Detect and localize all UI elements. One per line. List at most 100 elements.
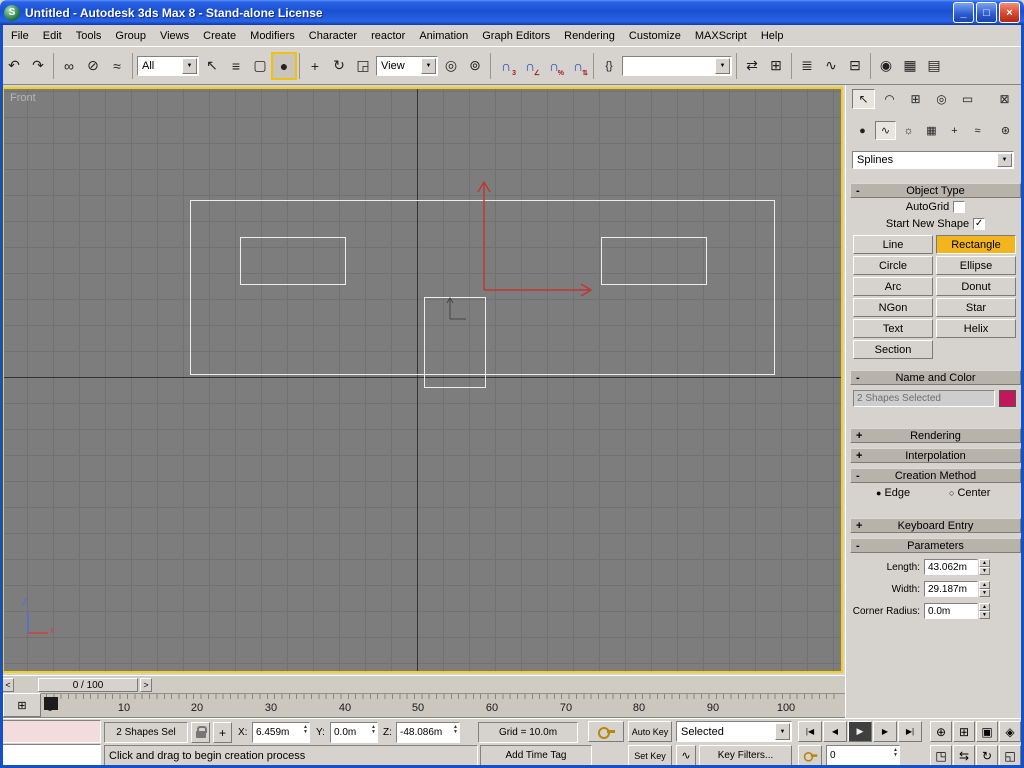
align-icon[interactable]: ⊞: [765, 54, 787, 78]
viewport-label[interactable]: Front: [10, 92, 36, 104]
section-button[interactable]: Section: [853, 340, 933, 359]
percent-snap-toggle-icon[interactable]: ∩%: [543, 54, 565, 78]
helix-button[interactable]: Helix: [936, 319, 1016, 338]
star-button[interactable]: Star: [936, 298, 1016, 317]
spinner-up-icon[interactable]: ▲: [979, 603, 990, 611]
donut-button[interactable]: Donut: [936, 277, 1016, 296]
menu-help[interactable]: Help: [754, 27, 791, 45]
arc-button[interactable]: Arc: [853, 277, 933, 296]
key-mode-dropdown[interactable]: Selected ▼: [676, 721, 792, 742]
spinner-down-icon[interactable]: ▼: [979, 611, 990, 619]
arc-rotate-button[interactable]: ↻: [976, 745, 998, 766]
menu-customize[interactable]: Customize: [622, 27, 688, 45]
spinner-up-icon[interactable]: ▲: [979, 559, 990, 567]
length-spinner[interactable]: ▲ ▼: [979, 559, 990, 575]
menu-graph-editors[interactable]: Graph Editors: [475, 27, 557, 45]
maxscript-mini-listener-pink[interactable]: [1, 720, 101, 743]
key-filters-button[interactable]: Key Filters...: [699, 745, 792, 766]
chevron-down-icon[interactable]: ▼: [715, 57, 730, 74]
auto-key-button[interactable]: Auto Key: [628, 721, 672, 742]
modify-tab-icon[interactable]: ◠: [878, 89, 901, 109]
current-frame-field[interactable]: 0 ▲ ▼: [826, 745, 900, 766]
length-field[interactable]: 43.062m: [924, 559, 978, 575]
interpolation-rollout-header[interactable]: + Interpolation: [850, 448, 1021, 463]
circular-selection-region-icon[interactable]: ●: [271, 51, 297, 80]
add-time-tag-box[interactable]: Add Time Tag: [480, 745, 592, 766]
chevron-down-icon[interactable]: ▼: [775, 723, 790, 740]
select-and-rotate-icon[interactable]: ↻: [328, 54, 350, 78]
render-scene-icon[interactable]: ▦: [899, 54, 921, 78]
selection-lock-button[interactable]: [191, 722, 210, 743]
object-name-field[interactable]: 2 Shapes Selected: [853, 390, 995, 407]
menu-maxscript[interactable]: MAXScript: [688, 27, 754, 45]
viewport-front[interactable]: Front Z x: [2, 87, 843, 673]
spline-rectangle-left[interactable]: [240, 237, 346, 285]
text-button[interactable]: Text: [853, 319, 933, 338]
geometry-category-icon[interactable]: ●: [852, 121, 873, 140]
absolute-offset-mode-button[interactable]: +: [213, 722, 232, 743]
start-new-shape-checkbox[interactable]: ✓: [973, 217, 986, 230]
curve-editor-icon[interactable]: ∿: [820, 54, 842, 78]
menu-animation[interactable]: Animation: [412, 27, 475, 45]
track-bar[interactable]: 0 10 20 30 40 50 60 70 80 90 100: [0, 693, 845, 718]
close-button[interactable]: ×: [999, 2, 1020, 23]
pan-view-button[interactable]: ⇆: [953, 745, 975, 766]
x-coordinate-field[interactable]: 6.459m ▲ ▼: [252, 722, 310, 743]
object-type-rollout-header[interactable]: - Object Type: [850, 183, 1021, 198]
center-radio[interactable]: ○ Center: [949, 487, 990, 499]
menu-modifiers[interactable]: Modifiers: [243, 27, 302, 45]
maxscript-mini-listener-white[interactable]: [1, 744, 101, 767]
spline-type-dropdown[interactable]: Splines ▼: [852, 151, 1014, 169]
menu-edit[interactable]: Edit: [36, 27, 69, 45]
go-to-end-button[interactable]: ▶|: [898, 721, 922, 742]
systems-category-icon[interactable]: ⊛: [995, 121, 1016, 140]
min-max-toggle-button[interactable]: ◱: [999, 745, 1021, 766]
create-tab-icon[interactable]: ↖: [852, 89, 875, 109]
time-slider-left-arrow[interactable]: <: [2, 678, 14, 692]
zoom-extents-all-button[interactable]: ◈: [999, 721, 1021, 742]
line-button[interactable]: Line: [853, 235, 933, 254]
key-mode-toggle-button[interactable]: [798, 745, 822, 766]
select-and-link-icon[interactable]: ∞: [58, 54, 80, 78]
creation-method-rollout-header[interactable]: - Creation Method: [850, 468, 1021, 483]
next-frame-button[interactable]: ▶: [873, 721, 897, 742]
select-object-icon[interactable]: ↖: [201, 54, 223, 78]
cameras-category-icon[interactable]: ▦: [921, 121, 942, 140]
play-animation-button[interactable]: ▶: [848, 721, 872, 742]
corner-radius-spinner[interactable]: ▲ ▼: [979, 603, 990, 619]
menu-create[interactable]: Create: [196, 27, 243, 45]
spinner-icon[interactable]: ▲ ▼: [371, 725, 376, 735]
lights-category-icon[interactable]: ☼: [898, 121, 919, 140]
y-coordinate-field[interactable]: 0.0m ▲ ▼: [330, 722, 378, 743]
parameters-rollout-header[interactable]: - Parameters: [850, 538, 1021, 553]
corner-radius-field[interactable]: 0.0m: [924, 603, 978, 619]
time-slider-handle[interactable]: 0 / 100: [38, 678, 138, 692]
menu-character[interactable]: Character: [302, 27, 364, 45]
select-by-name-icon[interactable]: ≡: [225, 54, 247, 78]
set-key-button[interactable]: Set Key: [628, 745, 672, 766]
zoom-extents-button[interactable]: ▣: [976, 721, 998, 742]
space-warps-category-icon[interactable]: ≈: [967, 121, 988, 140]
snap-toggle-3d-icon[interactable]: ∩ 3: [495, 54, 517, 78]
angle-snap-toggle-icon[interactable]: ∩ ∠: [519, 54, 541, 78]
time-slider-right-arrow[interactable]: >: [140, 678, 152, 692]
ngon-button[interactable]: NGon: [853, 298, 933, 317]
spinner-icon[interactable]: ▲ ▼: [453, 725, 458, 735]
rectangular-selection-region-icon[interactable]: ▢: [249, 54, 271, 78]
redo-icon[interactable]: ↷: [27, 54, 49, 78]
bind-to-space-warp-icon[interactable]: ≈: [106, 54, 128, 78]
display-tab-icon[interactable]: ▭: [956, 89, 979, 109]
layer-manager-icon[interactable]: ≣: [796, 54, 818, 78]
rendering-rollout-header[interactable]: + Rendering: [850, 428, 1021, 443]
chevron-down-icon[interactable]: ▼: [421, 57, 436, 74]
chevron-down-icon[interactable]: ▼: [997, 153, 1012, 167]
quick-render-icon[interactable]: ▤: [923, 54, 945, 78]
spinner-icon[interactable]: ▲ ▼: [303, 725, 308, 735]
material-editor-icon[interactable]: ◉: [875, 54, 897, 78]
menu-tools[interactable]: Tools: [69, 27, 109, 45]
menu-file[interactable]: File: [4, 27, 36, 45]
select-and-move-icon[interactable]: +: [304, 54, 326, 78]
width-field[interactable]: 29.187m: [924, 581, 978, 597]
mirror-icon[interactable]: ⇄: [741, 54, 763, 78]
spinner-up-icon[interactable]: ▲: [979, 581, 990, 589]
